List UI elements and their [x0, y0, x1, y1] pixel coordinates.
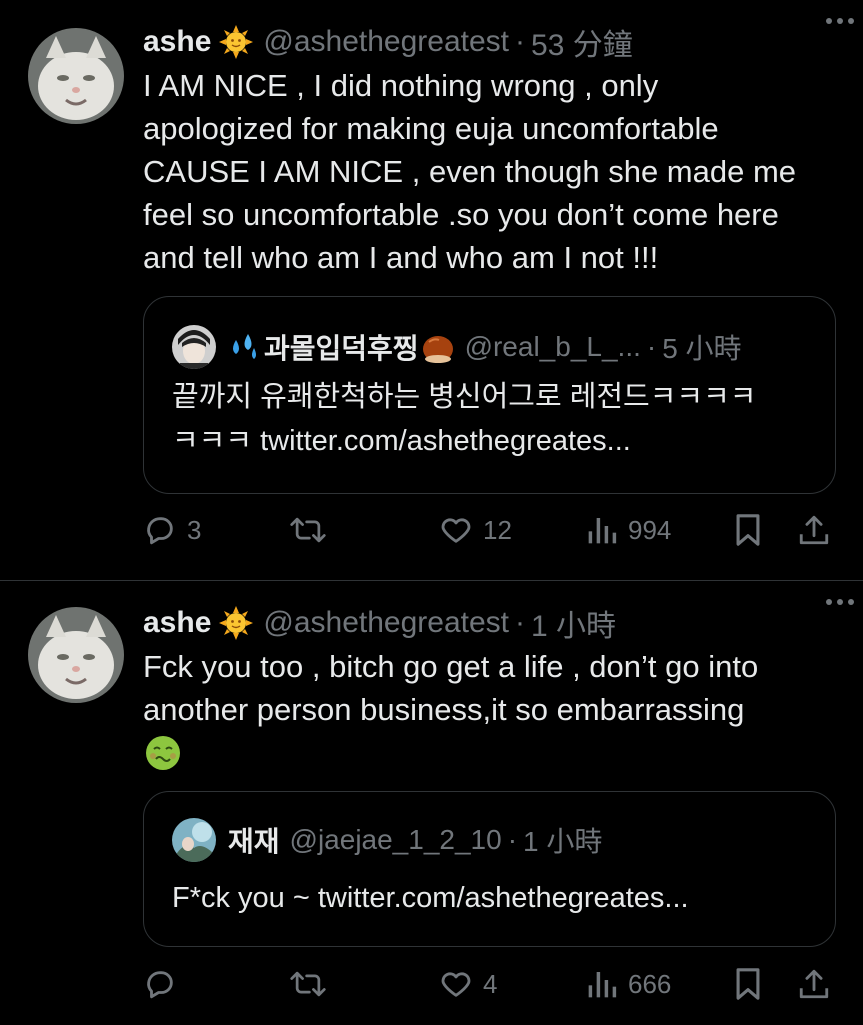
- like-count: 12: [483, 514, 512, 545]
- views-button[interactable]: 666: [586, 964, 671, 1004]
- retweet-button[interactable]: [289, 510, 337, 550]
- views-button[interactable]: 994: [586, 510, 671, 550]
- quoted-author-name[interactable]: 재재: [228, 820, 280, 860]
- bookmark-icon: [736, 968, 760, 1000]
- quoted-author-handle: @jaejae_1_2_10: [289, 824, 502, 855]
- quoted-tweet-header: 재재 @jaejae_1_2_10 · 1 小時: [172, 816, 811, 864]
- quoted-tweet-header: 과몰입덕후찡 @real_b_L_... · 5 小時: [172, 323, 811, 371]
- quoted-tweet-text: F*ck you ~ twitter.com/ashethegreates...: [172, 882, 689, 914]
- views-chart-icon: [588, 518, 617, 544]
- more-options-icon[interactable]: [823, 6, 857, 36]
- quoted-author-name-text: 과몰입덕후찡: [264, 333, 419, 364]
- sun-emoji-icon: [219, 606, 254, 640]
- like-count: 4: [483, 968, 498, 999]
- quoted-tweet[interactable]: 과몰입덕후찡 @real_b_L_... · 5 小時 끝까지 유쾌한척하는 병…: [143, 296, 836, 494]
- more-options-icon[interactable]: [823, 587, 857, 617]
- reply-icon: [147, 517, 173, 545]
- bookmark-icon: [736, 514, 760, 546]
- author-name[interactable]: ashe: [143, 606, 211, 640]
- views-count: 666: [628, 968, 672, 999]
- quoted-author-name[interactable]: 과몰입덕후찡: [228, 327, 455, 367]
- heart-icon: [441, 972, 471, 997]
- chestnut-icon: [422, 336, 453, 363]
- tweet[interactable]: ashe @ashethegreatest · 53 分鐘 I AM NICE …: [0, 0, 863, 580]
- nauseated-face-emoji-icon: [145, 735, 181, 776]
- separator-dot: ·: [646, 331, 657, 362]
- tweet-actions: 4 666: [143, 964, 835, 1004]
- reply-button[interactable]: [143, 964, 187, 1004]
- quoted-author-handle: @real_b_L_...: [464, 331, 641, 362]
- like-button[interactable]: 4: [439, 964, 497, 1004]
- quoted-avatar: [172, 818, 216, 862]
- tweet-text: I AM NICE , I did nothing wrong , only a…: [143, 68, 797, 275]
- reply-button[interactable]: 3: [143, 510, 201, 550]
- quoted-avatar: [172, 325, 216, 369]
- retweet-button[interactable]: [289, 964, 337, 1004]
- tweet-header: ashe @ashethegreatest · 53 分鐘: [143, 20, 843, 64]
- views-chart-icon: [588, 972, 617, 998]
- like-button[interactable]: 12: [439, 510, 512, 550]
- share-icon: [799, 515, 829, 545]
- avatar[interactable]: [28, 607, 124, 703]
- share-icon: [799, 969, 829, 999]
- retweet-icon: [290, 971, 326, 997]
- share-button[interactable]: [797, 964, 831, 1004]
- author-name[interactable]: ashe: [143, 25, 211, 59]
- separator-dot: ·: [515, 25, 526, 58]
- tweet[interactable]: ashe @ashethegreatest · 1 小時 Fck you too…: [0, 581, 863, 1025]
- tweet-header: ashe @ashethegreatest · 1 小時: [143, 601, 843, 645]
- quoted-time: 5 小時: [662, 333, 742, 364]
- quoted-time: 1 小時: [523, 826, 603, 857]
- separator-dot: ·: [507, 824, 518, 855]
- sweat-droplets-icon: [233, 334, 256, 359]
- avatar[interactable]: [28, 28, 124, 124]
- tweet-time[interactable]: 1 小時: [531, 601, 616, 645]
- share-button[interactable]: [797, 510, 831, 550]
- retweet-icon: [290, 517, 326, 543]
- views-count: 994: [628, 514, 672, 545]
- tweet-actions: 3 12 994: [143, 510, 835, 550]
- tweet-time[interactable]: 53 分鐘: [531, 20, 633, 64]
- heart-icon: [441, 518, 471, 543]
- separator-dot: ·: [515, 606, 526, 639]
- reply-count: 3: [187, 514, 202, 545]
- quoted-tweet[interactable]: 재재 @jaejae_1_2_10 · 1 小時 F*ck you ~ twit…: [143, 791, 836, 947]
- reply-icon: [147, 971, 173, 999]
- sun-emoji-icon: [219, 25, 254, 59]
- author-handle[interactable]: @ashethegreatest: [263, 25, 509, 59]
- bookmark-button[interactable]: [733, 964, 763, 1004]
- bookmark-button[interactable]: [733, 510, 763, 550]
- author-handle[interactable]: @ashethegreatest: [263, 606, 509, 640]
- tweet-text: Fck you too , bitch go get a life , don’…: [143, 649, 759, 727]
- quoted-tweet-text: 끝까지 유쾌한척하는 병신어그로 레전드ㅋㅋㅋㅋ ㅋㅋㅋ twitter.com…: [172, 381, 757, 457]
